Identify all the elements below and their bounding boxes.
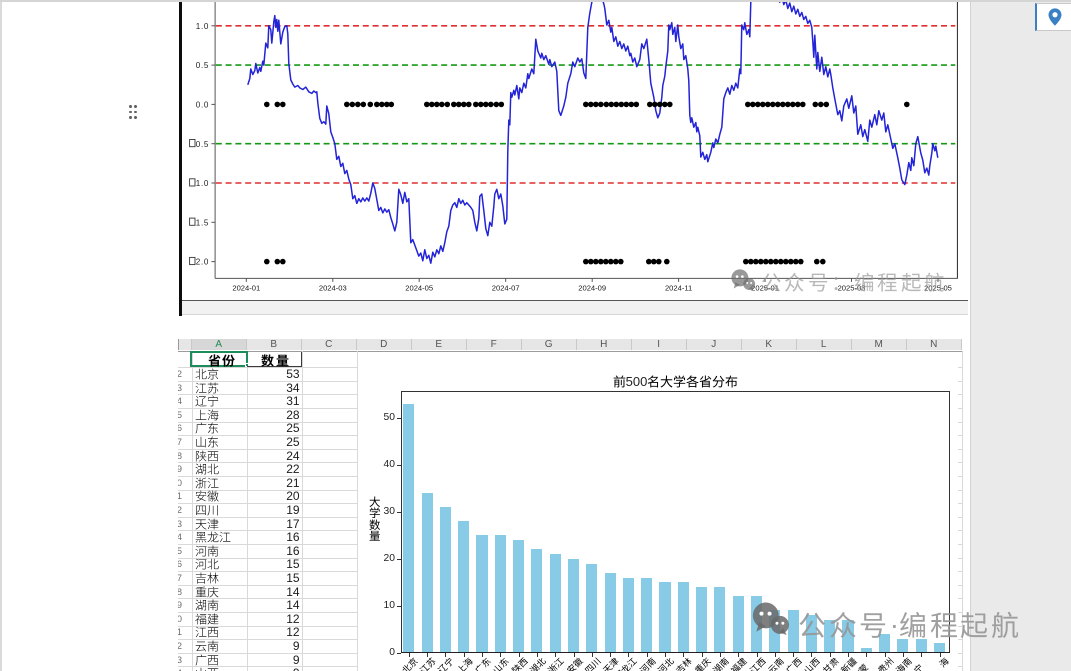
svg-text:2024-01: 2024-01 (232, 283, 260, 292)
svg-text:2024-05: 2024-05 (405, 283, 433, 292)
svg-text:1.0: 1.0 (195, 179, 208, 188)
svg-text:0.0: 0.0 (195, 101, 208, 110)
svg-text:1.5: 1.5 (195, 218, 208, 227)
svg-text:0.5: 0.5 (195, 61, 208, 70)
svg-text:1.0: 1.0 (195, 22, 208, 31)
svg-text:2024-03: 2024-03 (318, 283, 346, 292)
svg-text:2024-09: 2024-09 (578, 283, 606, 292)
svg-text:2024-07: 2024-07 (491, 283, 519, 292)
svg-text:2024-11: 2024-11 (664, 283, 691, 292)
svg-text:2.0: 2.0 (195, 258, 208, 267)
svg-text:0.5: 0.5 (195, 140, 208, 149)
